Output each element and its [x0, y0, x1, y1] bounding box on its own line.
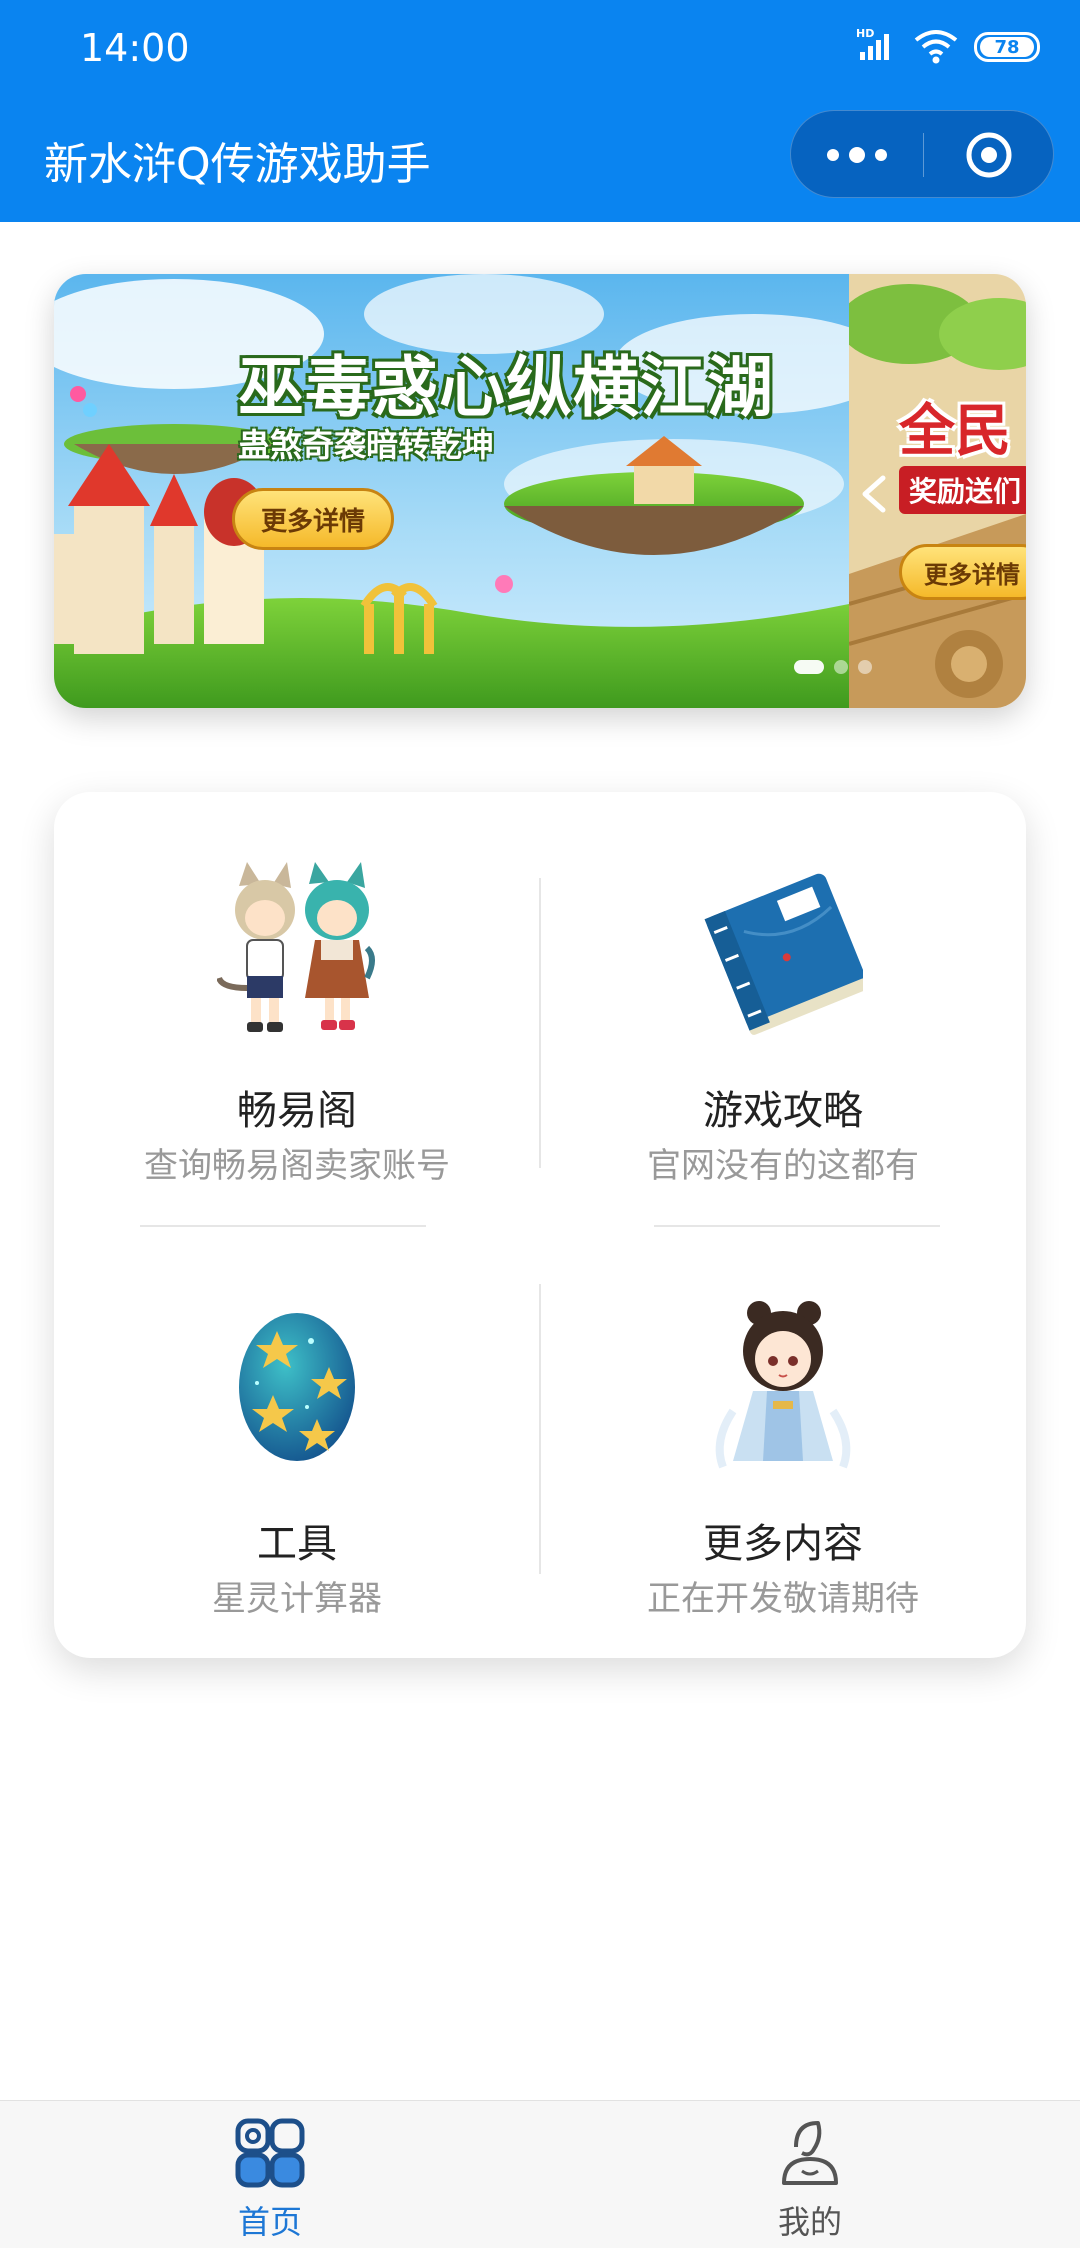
home-grid-icon	[235, 2118, 305, 2188]
star-egg-icon	[239, 1313, 355, 1461]
banner-details-button[interactable]: 更多详情	[232, 488, 394, 550]
banner-2-subline: 奖励送们	[899, 466, 1026, 514]
banner-carousel[interactable]: 巫毒惑心纵横江湖 蛊煞奇袭暗转乾坤 更多详情 全民 奖励送们 更多详情	[54, 274, 1026, 708]
menu-item-title: 游戏攻略	[703, 1088, 863, 1134]
feature-menu-card: 畅易阁 查询畅易阁卖家账号 游戏攻略 官网没有的这都有 工具 星灵计算器 更多内…	[54, 792, 1026, 1658]
network-label: HD	[856, 27, 874, 40]
menu-item-more[interactable]: 更多内容 正在开发敬请期待	[540, 1225, 1026, 1658]
menu-item-game-guide[interactable]: 游戏攻略 官网没有的这都有	[540, 792, 1026, 1225]
menu-item-tools[interactable]: 工具 星灵计算器	[54, 1225, 540, 1658]
user-profile-icon	[782, 2121, 838, 2185]
banner-slide-2[interactable]: 全民 奖励送们 更多详情	[849, 274, 1026, 708]
signal-icon: HD	[856, 26, 902, 62]
target-circle-icon	[966, 132, 1012, 178]
close-button[interactable]	[923, 111, 1055, 199]
menu-item-desc: 正在开发敬请期待	[647, 1579, 919, 1619]
tab-label: 首页	[237, 2203, 302, 2241]
tab-mine[interactable]: 我的	[540, 2101, 1080, 2248]
tab-label: 我的	[777, 2203, 842, 2241]
menu-item-desc: 官网没有的这都有	[647, 1146, 919, 1186]
menu-item-desc: 查询畅易阁卖家账号	[144, 1146, 450, 1186]
menu-item-title: 工具	[257, 1521, 337, 1567]
cat-ear-couple-icon	[217, 862, 375, 1032]
banner-2-headline: 全民	[899, 399, 1011, 464]
blue-book-icon	[704, 873, 863, 1035]
more-button[interactable]	[791, 111, 923, 199]
app-header: 14:00 HD 78 新水浒Q传游戏助手	[0, 0, 1080, 222]
carousel-indicator	[794, 660, 872, 674]
carousel-dot-active[interactable]	[794, 660, 824, 674]
menu-item-title: 畅易阁	[237, 1088, 357, 1134]
banner-headline: 巫毒惑心纵横江湖	[238, 349, 774, 426]
carousel-dot[interactable]	[834, 660, 848, 674]
menu-item-desc: 星灵计算器	[212, 1579, 382, 1619]
status-bar: 14:00 HD 78	[0, 0, 1080, 100]
more-dots-icon	[827, 149, 839, 161]
menu-item-title: 更多内容	[703, 1521, 863, 1567]
status-time: 14:00	[80, 26, 190, 70]
carousel-dot[interactable]	[858, 660, 872, 674]
chibi-lady-icon	[715, 1301, 851, 1469]
menu-item-changyige[interactable]: 畅易阁 查询畅易阁卖家账号	[54, 792, 540, 1225]
battery-icon: 78	[974, 32, 1040, 62]
mini-program-capsule	[790, 110, 1054, 198]
wifi-icon	[914, 28, 958, 64]
page-title: 新水浒Q传游戏助手	[44, 139, 431, 190]
banner-slide-1[interactable]: 巫毒惑心纵横江湖 蛊煞奇袭暗转乾坤 更多详情	[54, 274, 849, 708]
banner-2-details-button[interactable]: 更多详情	[899, 544, 1026, 600]
tab-home[interactable]: 首页	[0, 2101, 540, 2248]
battery-level: 78	[980, 37, 1034, 58]
banner-subline: 蛊煞奇袭暗转乾坤	[238, 426, 495, 464]
chevron-left-icon[interactable]	[859, 474, 889, 514]
bottom-tab-bar: 首页 我的	[0, 2100, 1080, 2248]
